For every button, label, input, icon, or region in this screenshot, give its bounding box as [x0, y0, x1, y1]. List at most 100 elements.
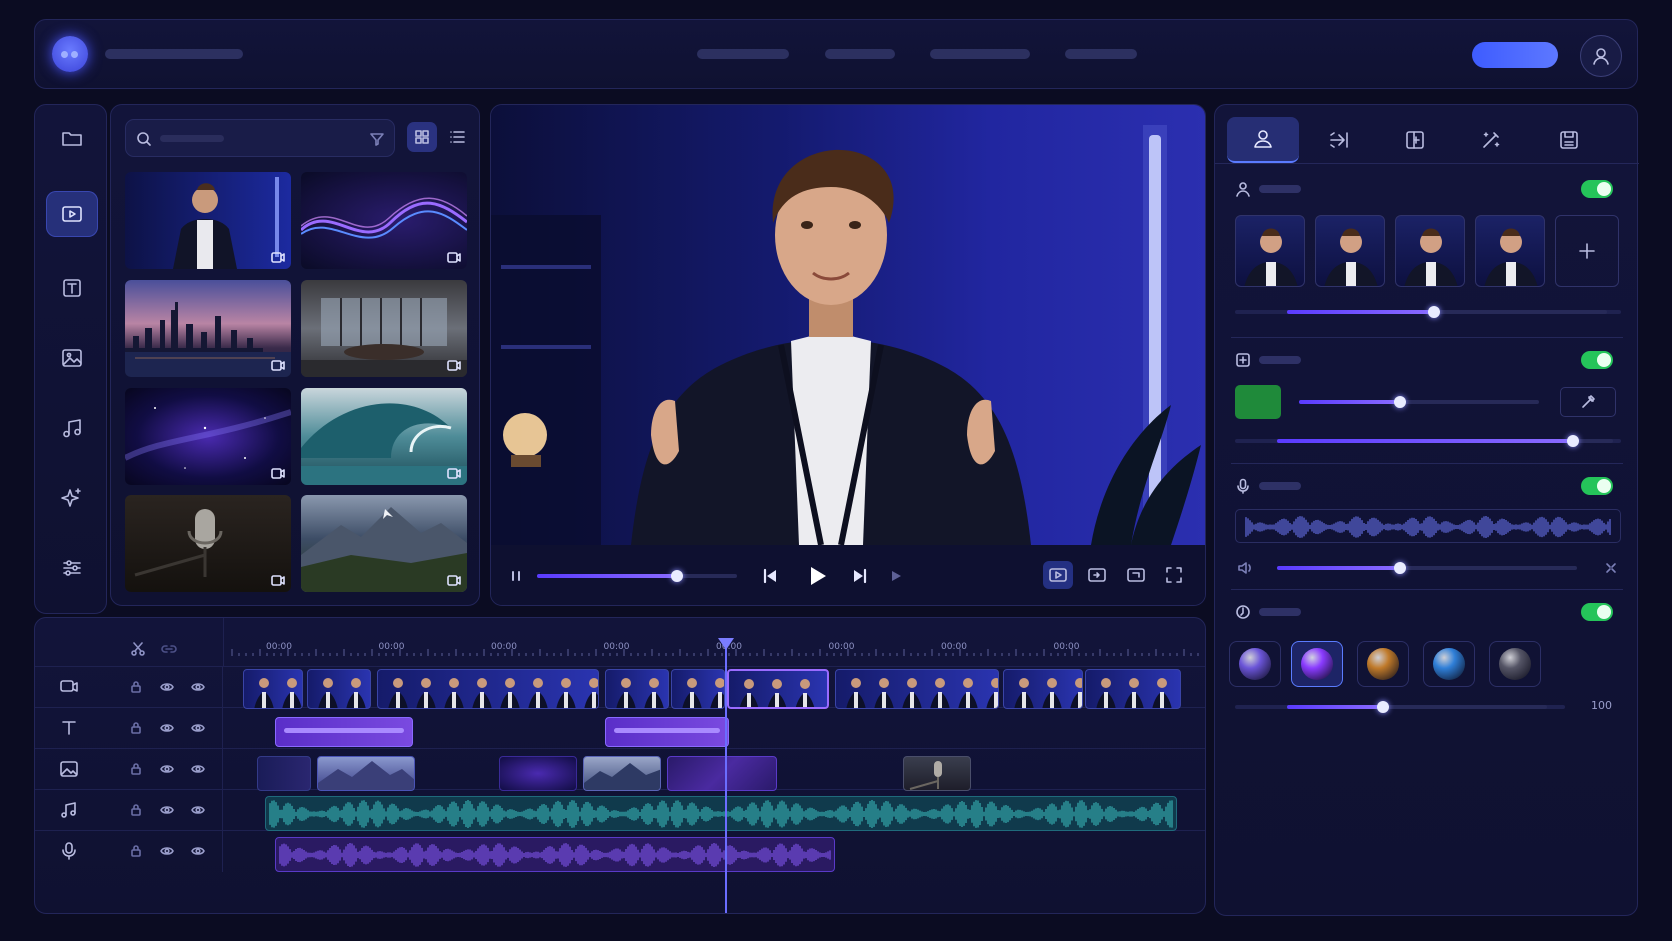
eye-icon[interactable]	[160, 803, 174, 817]
background-color-swatch[interactable]	[1235, 385, 1281, 419]
timeline-video-clip[interactable]	[727, 669, 829, 709]
fullscreen-icon[interactable]	[1165, 566, 1183, 584]
media-thumb-waves[interactable]	[301, 172, 467, 269]
logo-icon[interactable]	[52, 36, 88, 72]
style-orb-2[interactable]	[1291, 641, 1343, 687]
grid-view-button[interactable]	[407, 122, 437, 152]
eyedropper-button[interactable]	[1560, 387, 1616, 417]
eye-icon[interactable]	[191, 721, 205, 735]
media-thumb-microphone[interactable]	[125, 495, 291, 592]
eye-icon[interactable]	[191, 803, 205, 817]
cut-icon[interactable]	[130, 642, 146, 656]
eye-icon[interactable]	[191, 844, 205, 858]
media-thumb-office[interactable]	[301, 280, 467, 377]
eye-icon[interactable]	[160, 762, 174, 776]
sidebar-item-folder[interactable]	[46, 115, 98, 161]
add-avatar-button[interactable]	[1555, 215, 1619, 287]
nav-item-3[interactable]	[930, 49, 1030, 59]
voice-toggle[interactable]	[1581, 477, 1613, 495]
timeline-ruler[interactable]: 00:00 00:00 00:00 00:00 00:00 00:00 00:00 00:00	[223, 618, 1205, 666]
sidebar-item-music[interactable]	[46, 405, 98, 451]
timeline-video-clip[interactable]	[671, 669, 725, 709]
style-orb-5[interactable]	[1489, 641, 1541, 687]
tab-magic[interactable]	[1455, 117, 1527, 163]
timeline-image-clip[interactable]	[317, 756, 415, 791]
tab-layout[interactable]	[1379, 117, 1451, 163]
list-view-button[interactable]	[442, 122, 472, 152]
timeline-text-clip[interactable]	[605, 717, 729, 747]
timeline-image-clip[interactable]	[583, 756, 661, 791]
avatar-option-2[interactable]	[1315, 215, 1385, 287]
lock-icon[interactable]	[129, 721, 143, 735]
timeline-video-clip[interactable]	[605, 669, 669, 709]
timeline-voice-clip[interactable]	[275, 837, 835, 872]
next-frame-icon[interactable]	[889, 569, 903, 583]
avatar-toggle[interactable]	[1581, 180, 1613, 198]
eye-icon[interactable]	[160, 721, 174, 735]
user-icon[interactable]	[1580, 35, 1622, 77]
style-orb-4[interactable]	[1423, 641, 1475, 687]
lock-icon[interactable]	[129, 680, 143, 694]
background-slider-b[interactable]	[1277, 435, 1613, 447]
filter-icon[interactable]	[370, 132, 384, 146]
background-toggle[interactable]	[1581, 351, 1613, 369]
preview-canvas[interactable]	[491, 105, 1205, 545]
timeline-image-clip[interactable]	[257, 756, 311, 791]
avatar-option-1[interactable]	[1235, 215, 1305, 287]
sidebar-item-image[interactable]	[46, 335, 98, 381]
nav-item-1[interactable]	[697, 49, 789, 59]
link-icon[interactable]	[161, 642, 177, 656]
lock-icon[interactable]	[129, 803, 143, 817]
timeline-video-clip[interactable]	[1085, 669, 1181, 709]
timeline-image-clip[interactable]	[499, 756, 577, 791]
tab-transition[interactable]	[1303, 117, 1375, 163]
media-thumb-city[interactable]	[125, 280, 291, 377]
sidebar-item-effects[interactable]	[46, 475, 98, 521]
eye-icon[interactable]	[191, 762, 205, 776]
timeline-text-clip[interactable]	[275, 717, 413, 747]
style-orb-1[interactable]	[1229, 641, 1281, 687]
background-slider-a[interactable]	[1299, 396, 1539, 408]
tab-export[interactable]	[1533, 117, 1605, 163]
timeline-music-clip[interactable]	[265, 796, 1177, 831]
playback-scrubber[interactable]	[537, 570, 737, 582]
sidebar-item-text[interactable]	[46, 265, 98, 311]
timeline-image-clip[interactable]	[667, 756, 777, 791]
eye-icon[interactable]	[160, 844, 174, 858]
avatar-option-3[interactable]	[1395, 215, 1465, 287]
media-thumb-galaxy[interactable]	[125, 388, 291, 485]
primary-action-button[interactable]	[1472, 42, 1558, 68]
sidebar-item-video[interactable]	[46, 191, 98, 237]
media-thumb-presenter[interactable]	[125, 172, 291, 269]
lock-icon[interactable]	[129, 844, 143, 858]
play-icon[interactable]	[806, 565, 828, 587]
search-input[interactable]	[125, 119, 395, 157]
eye-icon[interactable]	[160, 680, 174, 694]
crop-icon[interactable]	[1127, 567, 1145, 583]
timeline-video-clip[interactable]	[377, 669, 599, 709]
sidebar-item-adjust[interactable]	[46, 545, 98, 591]
preview-mode-button[interactable]	[1043, 561, 1073, 589]
pip-icon[interactable]	[1088, 567, 1106, 583]
timeline-video-clip[interactable]	[1003, 669, 1083, 709]
timeline-video-clip[interactable]	[243, 669, 303, 709]
timeline-video-clip[interactable]	[835, 669, 999, 709]
playhead-handle[interactable]	[718, 638, 734, 650]
nav-item-4[interactable]	[1065, 49, 1137, 59]
pause-icon[interactable]	[509, 569, 523, 583]
volume-icon[interactable]	[1237, 560, 1255, 576]
style-toggle[interactable]	[1581, 603, 1613, 621]
style-slider[interactable]	[1287, 701, 1547, 713]
tab-avatar[interactable]	[1227, 117, 1299, 163]
style-orb-3[interactable]	[1357, 641, 1409, 687]
media-thumb-wave[interactable]	[301, 388, 467, 485]
eye-icon[interactable]	[191, 680, 205, 694]
voice-volume-slider[interactable]	[1277, 562, 1577, 574]
nav-item-2[interactable]	[825, 49, 895, 59]
timeline-video-clip[interactable]	[307, 669, 371, 709]
collapse-icon[interactable]	[1605, 562, 1617, 574]
avatar-slider[interactable]	[1287, 306, 1607, 318]
skip-forward-icon[interactable]	[851, 567, 869, 585]
skip-back-icon[interactable]	[761, 567, 779, 585]
timeline-image-clip[interactable]	[903, 756, 971, 791]
